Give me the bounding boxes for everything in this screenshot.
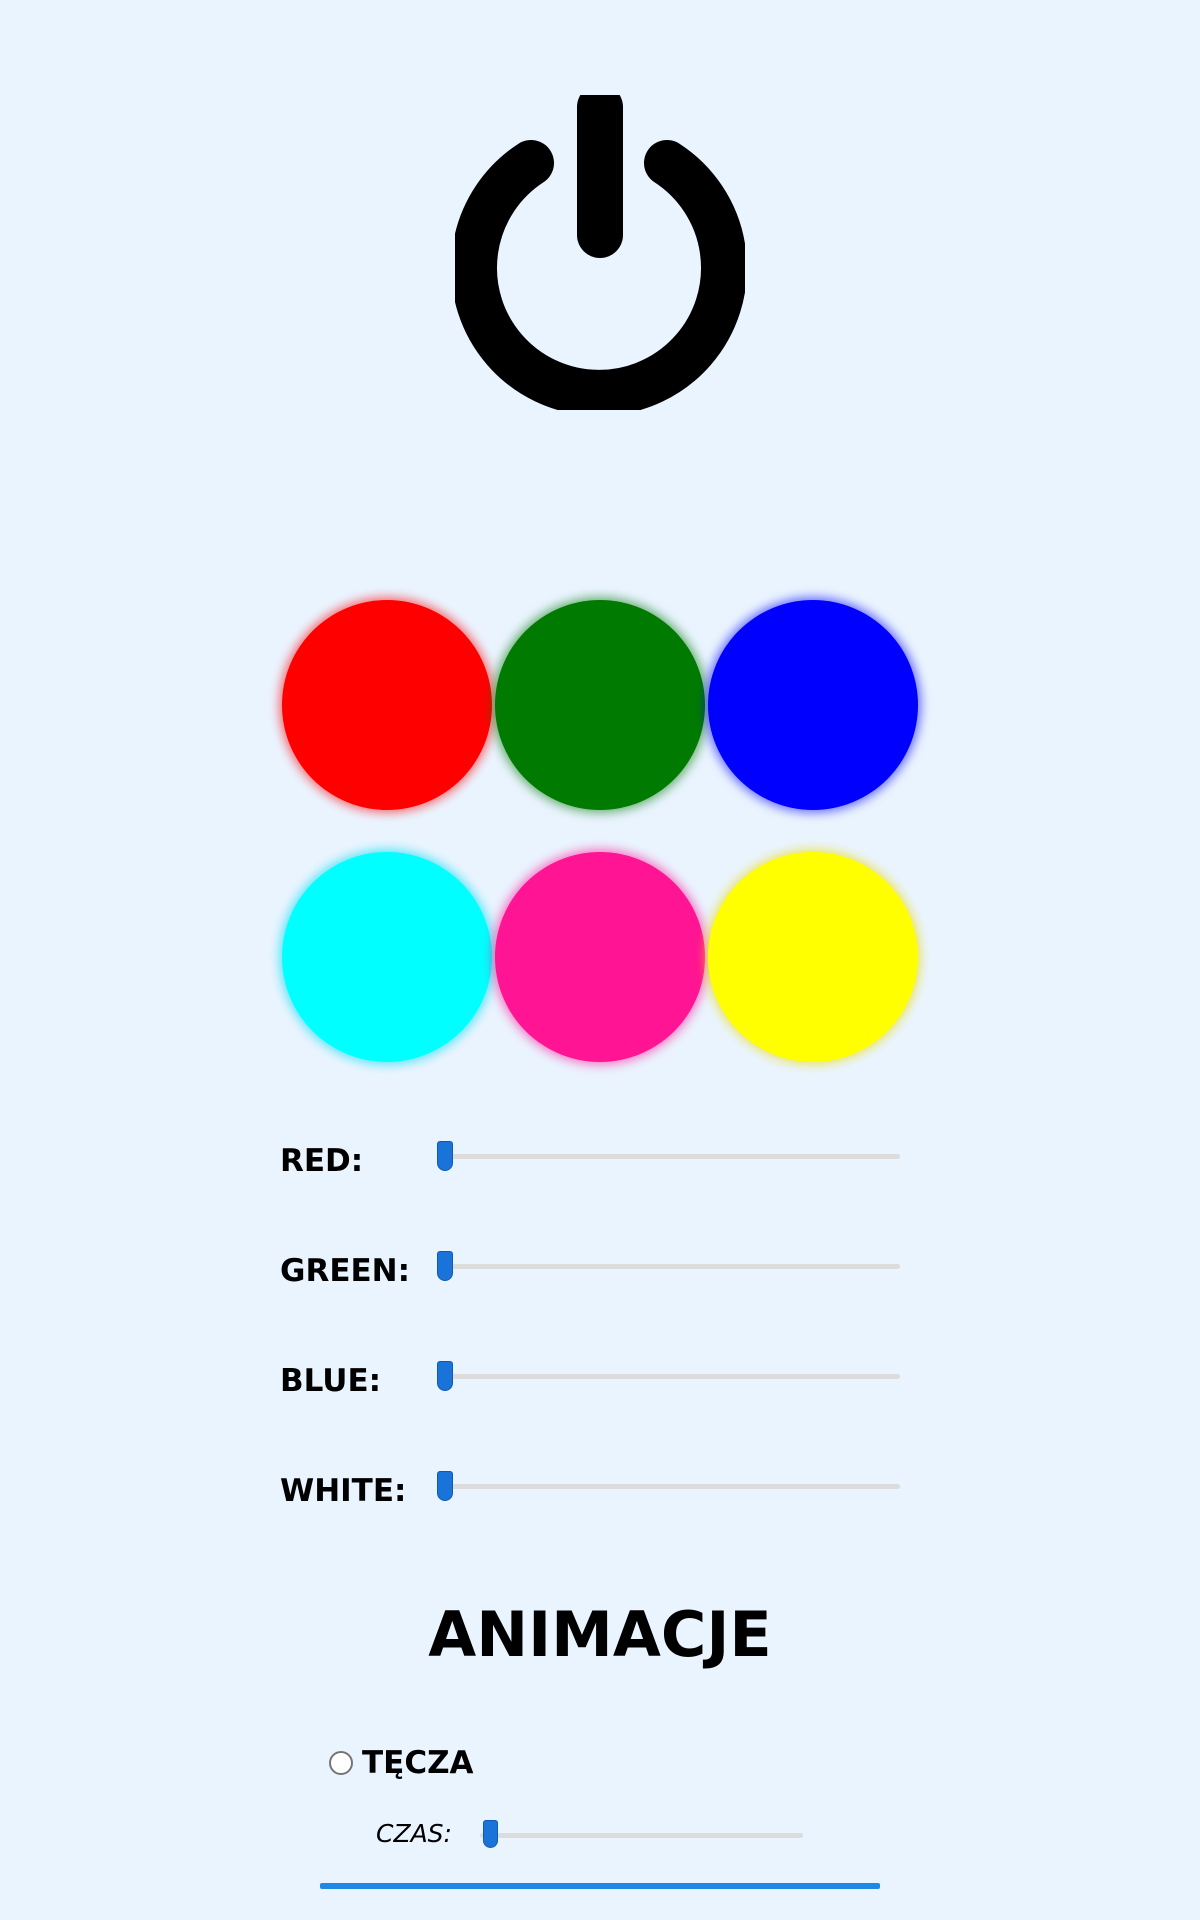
white-slider-label: WHITE: [280,1473,407,1509]
green-slider-label: GREEN: [280,1253,411,1289]
time-slider-label: CZAS: [376,1819,452,1848]
color-swatch-red[interactable] [282,600,492,810]
rainbow-radio[interactable] [329,1751,353,1775]
red-slider-label: RED: [280,1143,364,1179]
power-icon [455,95,745,410]
color-swatch-green[interactable] [495,600,705,810]
color-swatch-cyan[interactable] [282,852,492,1062]
time-slider-thumb[interactable] [483,1820,498,1848]
color-swatch-yellow[interactable] [708,852,918,1062]
color-swatch-blue[interactable] [708,600,918,810]
blue-slider-track[interactable] [437,1374,900,1379]
time-slider-track[interactable] [480,1833,803,1838]
green-slider-thumb[interactable] [437,1251,453,1281]
animations-title: ANIMACJE [428,1598,772,1671]
color-swatch-pink[interactable] [495,852,705,1062]
power-button[interactable] [455,95,745,410]
blue-slider-label: BLUE: [280,1363,382,1399]
red-slider-thumb[interactable] [437,1141,453,1171]
green-slider-track[interactable] [437,1264,900,1269]
white-slider-thumb[interactable] [437,1471,453,1501]
bottom-divider [320,1883,880,1889]
blue-slider-thumb[interactable] [437,1361,453,1391]
rainbow-label[interactable]: TĘCZA [362,1743,474,1783]
white-slider-track[interactable] [437,1484,900,1489]
red-slider-track[interactable] [437,1154,900,1159]
